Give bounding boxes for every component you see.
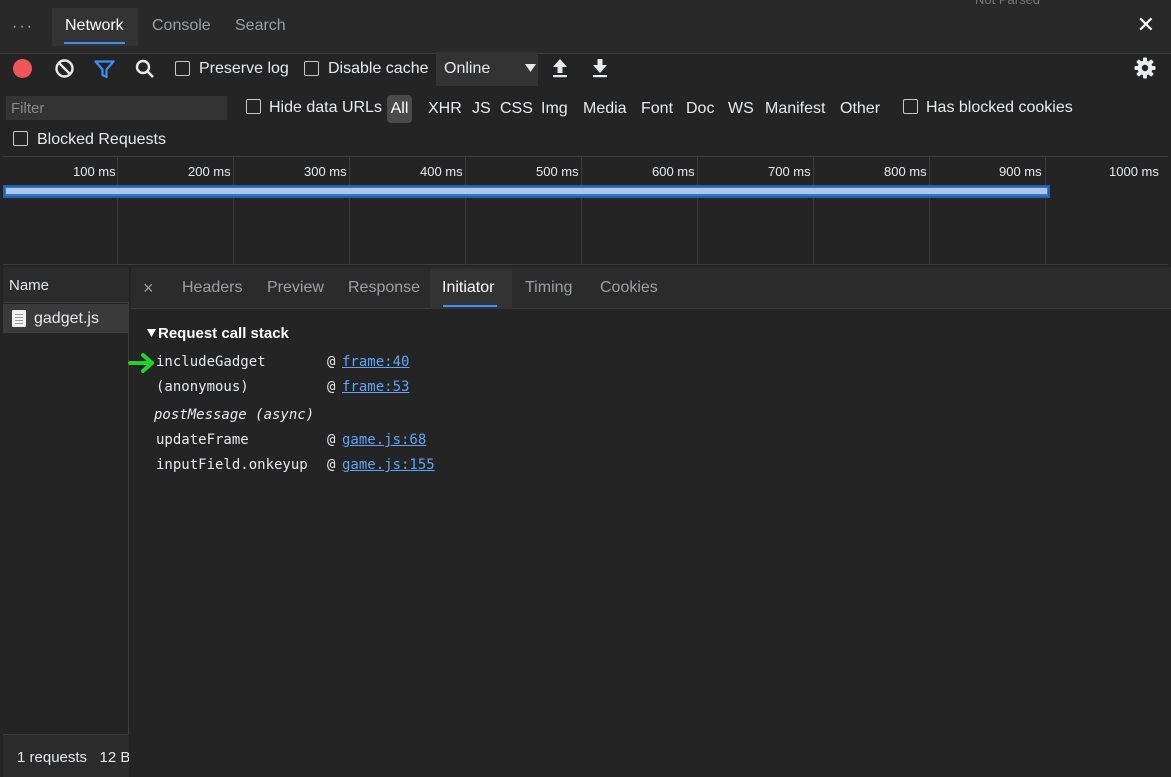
grid-line bbox=[349, 157, 350, 265]
request-name[interactable]: gadget.js bbox=[34, 310, 99, 328]
stack-frame-function: inputField.onkeyup bbox=[156, 457, 308, 473]
filter-type-img[interactable]: Img bbox=[541, 100, 568, 118]
stack-frame-function: includeGadget bbox=[156, 354, 266, 370]
import-har-icon[interactable] bbox=[551, 58, 569, 78]
request-timing-bar-fill bbox=[6, 188, 1047, 194]
overview-tick: 100 ms bbox=[73, 164, 116, 179]
tab-network[interactable]: Network bbox=[65, 17, 124, 35]
filter-type-media[interactable]: Media bbox=[583, 100, 627, 118]
blocked-requests-checkbox[interactable] bbox=[13, 131, 28, 146]
script-file-icon bbox=[12, 310, 26, 327]
more-tabs-icon[interactable]: ··· bbox=[12, 18, 34, 36]
settings-gear-icon[interactable] bbox=[1134, 57, 1156, 79]
tab-response[interactable]: Response bbox=[348, 279, 420, 297]
stack-frame-at: @ bbox=[327, 379, 336, 395]
close-details-icon[interactable]: × bbox=[143, 278, 154, 299]
async-boundary-label: postMessage (async) bbox=[154, 407, 315, 423]
grid-line bbox=[117, 157, 118, 265]
stack-frame-at: @ bbox=[327, 432, 336, 448]
overview-tick: 600 ms bbox=[652, 164, 695, 179]
filter-type-manifest[interactable]: Manifest bbox=[765, 100, 825, 118]
stack-frame-link[interactable]: frame:53 bbox=[342, 379, 409, 395]
requests-summary: 1 requests 12 B bbox=[17, 749, 129, 766]
tab-initiator[interactable]: Initiator bbox=[442, 279, 494, 297]
stack-frame-at: @ bbox=[327, 354, 336, 370]
overview-tick: 400 ms bbox=[420, 164, 463, 179]
overview-tick: 800 ms bbox=[884, 164, 927, 179]
hide-data-urls-label: Hide data URLs bbox=[269, 99, 382, 116]
clipped-text: Not Parsed bbox=[975, 0, 1040, 7]
filter-input[interactable] bbox=[6, 96, 227, 120]
has-blocked-cookies-label: Has blocked cookies bbox=[926, 99, 1073, 116]
tab-preview[interactable]: Preview bbox=[267, 279, 324, 297]
clear-icon[interactable] bbox=[54, 58, 75, 79]
search-icon[interactable] bbox=[135, 59, 155, 79]
filter-icon[interactable] bbox=[94, 60, 115, 79]
filter-type-css[interactable]: CSS bbox=[500, 100, 533, 118]
filter-type-js[interactable]: JS bbox=[472, 100, 491, 118]
active-detail-tab-indicator bbox=[443, 305, 497, 307]
filter-type-ws[interactable]: WS bbox=[728, 100, 754, 118]
stack-frame-link[interactable]: game.js:68 bbox=[342, 432, 426, 448]
call-stack-title[interactable]: Request call stack bbox=[158, 325, 289, 342]
stack-frame-function: (anonymous) bbox=[156, 379, 249, 395]
grid-line bbox=[581, 157, 582, 265]
grid-line bbox=[233, 157, 234, 265]
active-tab-indicator bbox=[64, 42, 125, 44]
preserve-log-checkbox[interactable] bbox=[175, 61, 190, 76]
requests-pane bbox=[3, 267, 129, 777]
overview-tick: 700 ms bbox=[768, 164, 811, 179]
grid-line bbox=[813, 157, 814, 265]
filter-type-doc[interactable]: Doc bbox=[686, 100, 714, 118]
export-har-icon[interactable] bbox=[591, 58, 609, 78]
throttling-value: Online bbox=[444, 60, 491, 77]
overview-tick: 900 ms bbox=[999, 164, 1042, 179]
requests-status-bar: 1 requests 12 B bbox=[3, 734, 129, 777]
hide-data-urls-checkbox[interactable] bbox=[246, 99, 261, 114]
tab-search[interactable]: Search bbox=[235, 17, 286, 35]
devtools-tabbar: Not Parsed ··· Network Console Search ✕ bbox=[0, 0, 1171, 54]
filter-type-all[interactable]: All bbox=[387, 95, 412, 123]
tab-console[interactable]: Console bbox=[152, 17, 211, 35]
expand-triangle-icon[interactable] bbox=[147, 329, 156, 338]
overview-tick: 300 ms bbox=[304, 164, 347, 179]
overview-tick: 200 ms bbox=[188, 164, 231, 179]
name-column-label: Name bbox=[9, 277, 50, 294]
tab-timing[interactable]: Timing bbox=[525, 279, 572, 297]
overview-tick: 500 ms bbox=[536, 164, 579, 179]
disable-cache-checkbox[interactable] bbox=[304, 61, 319, 76]
grid-line bbox=[465, 157, 466, 265]
tab-cookies[interactable]: Cookies bbox=[600, 279, 658, 297]
blocked-requests-label: Blocked Requests bbox=[37, 131, 166, 148]
stack-frame-link[interactable]: game.js:155 bbox=[342, 457, 435, 473]
overview-tick: 1000 ms bbox=[1109, 164, 1159, 179]
record-button[interactable] bbox=[13, 59, 32, 78]
stack-frame-at: @ bbox=[327, 457, 336, 473]
arrow-right-icon bbox=[128, 353, 154, 373]
has-blocked-cookies-checkbox[interactable] bbox=[903, 99, 918, 114]
close-icon[interactable]: ✕ bbox=[1137, 14, 1155, 36]
tab-headers[interactable]: Headers bbox=[182, 279, 242, 297]
grid-line bbox=[929, 157, 930, 265]
filter-type-font[interactable]: Font bbox=[641, 100, 673, 118]
network-overview[interactable] bbox=[3, 156, 1168, 265]
grid-line bbox=[697, 157, 698, 265]
preserve-log-label: Preserve log bbox=[199, 60, 289, 77]
grid-line bbox=[1045, 157, 1046, 265]
chevron-down-icon bbox=[525, 64, 536, 72]
disable-cache-label: Disable cache bbox=[328, 60, 429, 77]
filter-type-xhr[interactable]: XHR bbox=[428, 100, 462, 118]
stack-frame-function: updateFrame bbox=[156, 432, 249, 448]
filter-type-other[interactable]: Other bbox=[840, 100, 880, 118]
stack-frame-link[interactable]: frame:40 bbox=[342, 354, 409, 370]
